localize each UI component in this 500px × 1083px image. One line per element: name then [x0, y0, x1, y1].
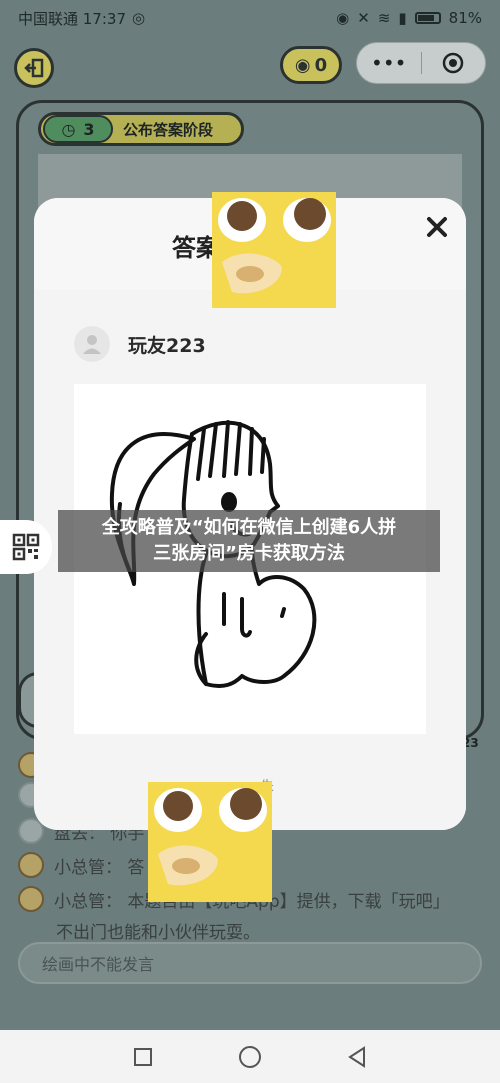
article-caption: 全攻略普及“如何在微信上创建6人拼 三张房间”房卡获取方法 — [58, 510, 440, 572]
phase-timer: ◷ 3 — [43, 115, 113, 143]
coin-counter[interactable]: ◉ 0 — [280, 46, 342, 84]
exit-icon — [24, 58, 44, 78]
clock-icon: ◷ — [61, 119, 76, 139]
battery-percent: 81% — [448, 9, 482, 27]
qr-code-button[interactable] — [0, 520, 52, 574]
circle-icon — [238, 1045, 261, 1068]
close-button[interactable] — [422, 212, 452, 242]
surprised-face-icon — [148, 782, 272, 902]
eye-coin-icon: ◉ — [294, 54, 311, 76]
coin-count: 0 — [314, 54, 328, 76]
recent-apps-button[interactable] — [128, 1042, 158, 1072]
mute-icon: ✕ — [357, 9, 370, 27]
signal-icon: ▮ — [398, 9, 407, 27]
player-name: 玩友223 — [128, 334, 206, 357]
chat-text-continuation: 不出门也能和小伙伴玩耍。 — [56, 923, 260, 943]
user-icon — [83, 335, 101, 354]
navigation-bar — [0, 1030, 500, 1083]
chat-text: 小总管： 答 — [54, 857, 145, 878]
battery-icon — [414, 12, 441, 24]
location-icon: ◎ — [132, 9, 146, 27]
chat-input[interactable]: 绘画中不能发言 — [18, 942, 482, 984]
timer-value: 3 — [83, 119, 95, 139]
miniprogram-capsule: ••• — [356, 42, 486, 84]
close-icon — [427, 217, 447, 237]
chat-input-placeholder: 绘画中不能发言 — [42, 955, 155, 974]
exit-room-button[interactable] — [14, 48, 54, 88]
caption-line-1: 全攻略普及“如何在微信上创建6人拼 — [101, 517, 397, 538]
close-miniprogram-button[interactable] — [422, 43, 486, 83]
avatar — [18, 852, 44, 878]
status-bar: 中国联通 17:37 ◎ ◉ ✕ ≋ ▮ 81% — [0, 0, 500, 36]
avatar — [74, 326, 110, 362]
more-icon: ••• — [371, 51, 407, 75]
more-button[interactable]: ••• — [357, 43, 421, 83]
triangle-back-icon — [347, 1045, 365, 1068]
emoji-sticker-top — [212, 192, 336, 308]
phase-label: 公布答案阶段 — [123, 120, 214, 139]
eye-icon: ◉ — [336, 9, 350, 27]
player-row: 玩友223 — [74, 326, 206, 362]
chat-message: 小总管： 答 — [18, 852, 144, 878]
wifi-icon: ≋ — [377, 9, 391, 27]
avatar — [18, 886, 44, 912]
emoji-sticker-bottom — [148, 782, 272, 902]
home-button[interactable] — [235, 1042, 265, 1072]
phase-indicator: ◷ 3 公布答案阶段 — [38, 112, 244, 146]
qr-code-icon — [12, 533, 40, 561]
carrier-time: 中国联通 17:37 — [18, 9, 126, 28]
target-icon — [443, 52, 464, 74]
back-button[interactable] — [342, 1042, 372, 1072]
caption-line-2: 三张房间”房卡获取方法 — [153, 543, 345, 564]
square-icon — [134, 1047, 153, 1066]
surprised-face-icon — [212, 192, 336, 308]
